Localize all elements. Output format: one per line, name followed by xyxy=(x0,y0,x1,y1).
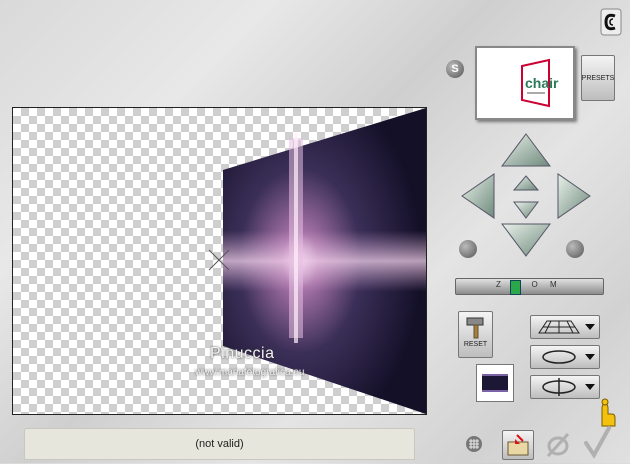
watermark-site: www.mariafotografica.eu xyxy=(195,367,305,378)
flip-axis-icon xyxy=(542,378,595,396)
rotate-left-icon[interactable] xyxy=(459,240,477,258)
zoom-slider[interactable]: Z O O M xyxy=(455,278,604,295)
presets-label: PRESETS xyxy=(581,74,615,82)
pointing-hand-icon xyxy=(601,398,616,427)
status-text: (not valid) xyxy=(195,438,244,450)
arrow-up-icon[interactable] xyxy=(501,133,551,167)
hammer-icon xyxy=(466,317,483,339)
s-button[interactable]: S xyxy=(446,60,464,78)
cancel-icon[interactable] xyxy=(544,430,572,458)
ok-check-icon[interactable] xyxy=(582,425,612,459)
open-folder-button[interactable] xyxy=(502,430,534,460)
preset-preview[interactable]: chair xyxy=(475,46,575,120)
status-bar: (not valid) xyxy=(24,428,415,460)
zoom-thumb[interactable] xyxy=(510,280,521,295)
s-label: S xyxy=(451,63,459,75)
arrow-left-icon[interactable] xyxy=(461,173,495,219)
reset-button[interactable]: RESET xyxy=(458,311,493,358)
perspective-grid-icon xyxy=(538,320,595,334)
arrow-down-small-icon[interactable] xyxy=(513,201,539,219)
arrow-up-small-icon[interactable] xyxy=(512,175,540,191)
preset-preview-text: chair xyxy=(525,75,559,91)
logo-c-icon xyxy=(600,8,622,36)
flip-dropdown[interactable] xyxy=(530,375,600,399)
presets-button[interactable]: PRESETS xyxy=(581,55,615,101)
folder-arrow-icon xyxy=(507,434,529,456)
thumbnail-image xyxy=(482,374,508,392)
zoom-label: Z O O M xyxy=(496,280,562,289)
image-thumbnail[interactable] xyxy=(476,364,514,402)
grid-icon[interactable] xyxy=(465,435,483,453)
mode-dropdown[interactable] xyxy=(530,315,600,339)
watermark-name: Pinuccia xyxy=(210,345,275,362)
arrow-right-icon[interactable] xyxy=(557,173,591,219)
rotation-dropdown[interactable] xyxy=(530,345,600,369)
rotate-circle-icon xyxy=(542,350,595,364)
arrow-down-icon[interactable] xyxy=(501,223,551,257)
reset-label: RESET xyxy=(463,341,488,348)
preset-preview-image: chair xyxy=(521,58,559,108)
rotate-right-icon[interactable] xyxy=(566,240,584,258)
